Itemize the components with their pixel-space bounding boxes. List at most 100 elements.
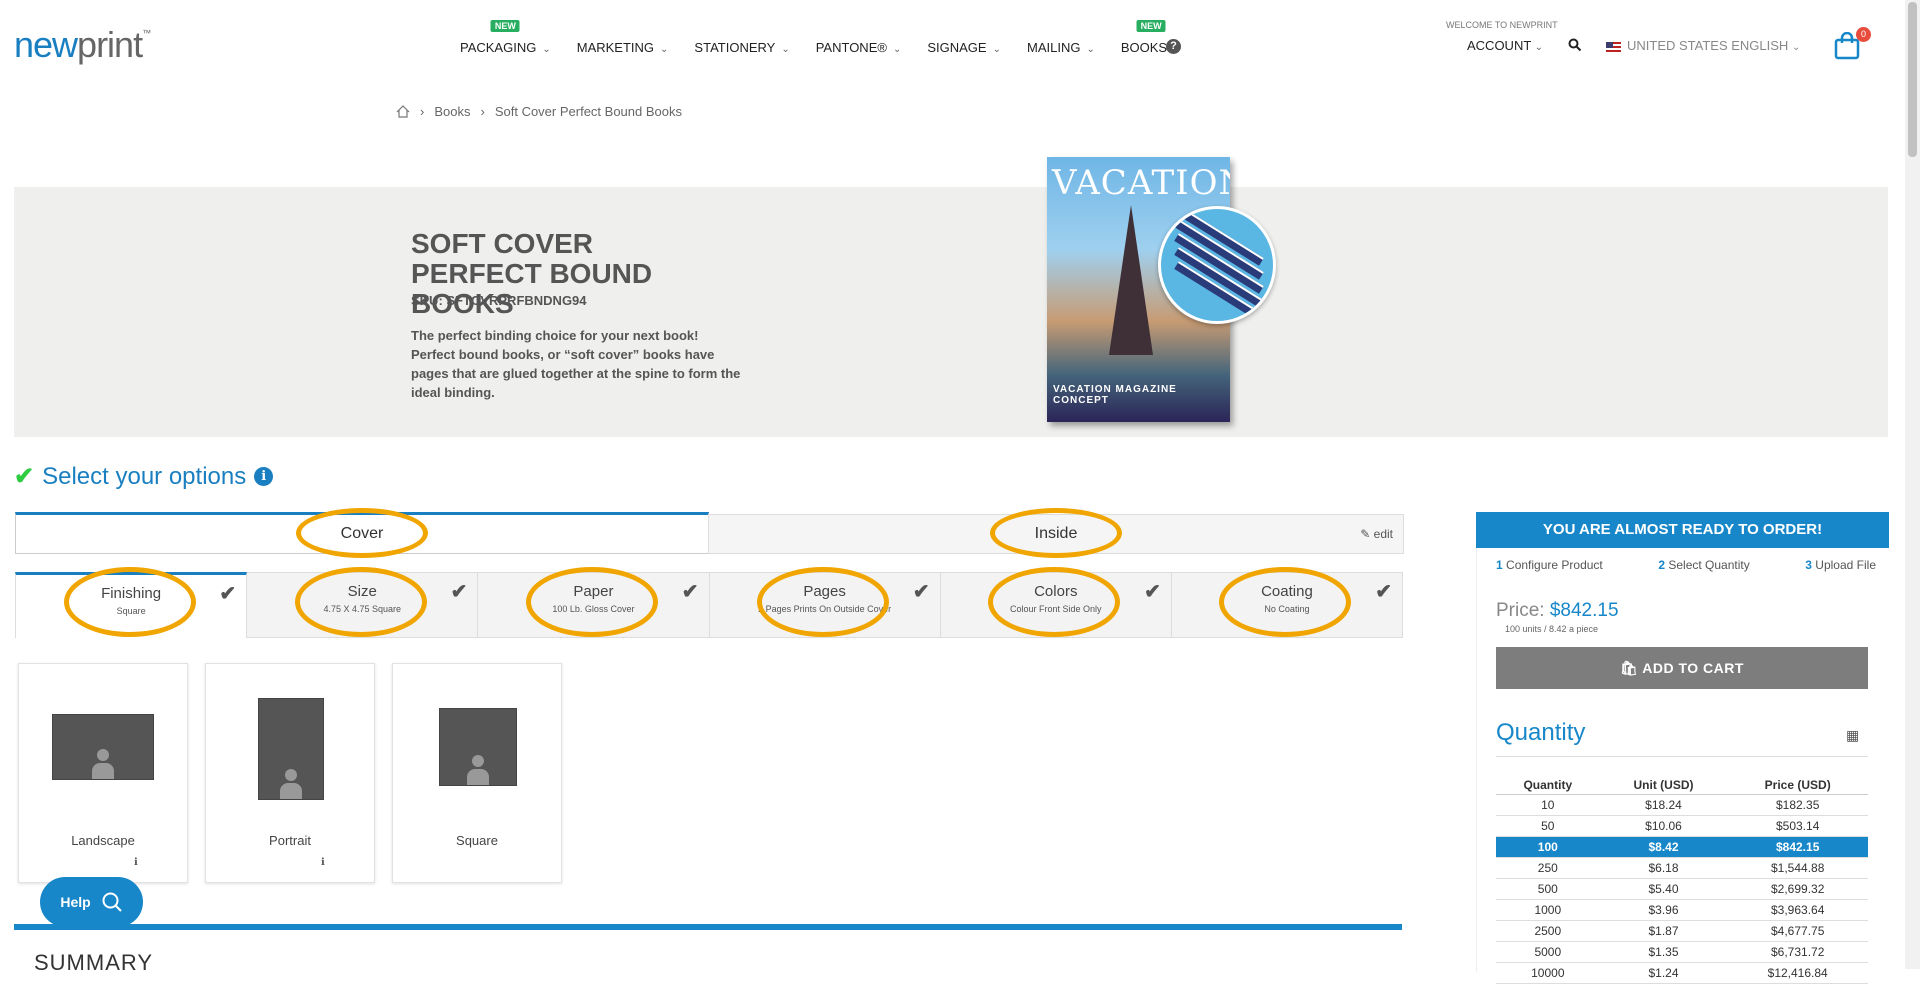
- info-icon[interactable]: ℹ: [134, 857, 138, 868]
- info-icon[interactable]: ℹ: [321, 857, 325, 868]
- table-cell: $182.35: [1727, 794, 1868, 816]
- nav-item-0[interactable]: NEW PACKAGING ⌄: [460, 20, 551, 55]
- help-label: Help: [60, 894, 91, 910]
- nav-item-4[interactable]: SIGNAGE ⌄: [927, 40, 1001, 55]
- table-row[interactable]: 1000 $3.96 $3,963.64: [1496, 899, 1868, 921]
- checkmark-icon: ✔: [1375, 581, 1393, 603]
- subtab-colors[interactable]: Colors Colour Front Side Only ✔: [940, 572, 1172, 638]
- choice-label: Portrait: [269, 833, 311, 848]
- order-step-1: 1 Configure Product: [1496, 558, 1603, 572]
- breadcrumb-separator: ›: [480, 104, 485, 119]
- tab-cover[interactable]: Cover: [15, 512, 709, 554]
- subtab-paper[interactable]: Paper 100 Lb. Gloss Cover ✔: [478, 572, 710, 638]
- language-label: UNITED STATES ENGLISH: [1627, 38, 1789, 53]
- nav-label: PACKAGING: [460, 40, 537, 55]
- book-stack-zoom-image: [1158, 206, 1276, 324]
- subtab-pages[interactable]: Pages 2 Pages Prints On Outside Cover ✔: [709, 572, 941, 638]
- new-badge: NEW: [490, 20, 520, 32]
- search-icon[interactable]: [1568, 38, 1582, 52]
- price-per-unit: 100 units / 8.42 a piece: [1505, 624, 1599, 634]
- portrait-thumbnail: [258, 698, 324, 800]
- subtab-value: 100 Lb. Gloss Cover: [552, 604, 635, 614]
- choice-label: Square: [456, 833, 498, 848]
- grid-view-icon[interactable]: ▦: [1846, 727, 1859, 744]
- subtab-value: No Coating: [1264, 604, 1310, 614]
- table-cell: 250: [1496, 857, 1600, 879]
- nav-label: BOOKS: [1120, 40, 1168, 55]
- checkmark-icon: ✔: [1144, 581, 1161, 603]
- edit-label: edit: [1373, 527, 1393, 541]
- order-steps: 1 Configure Product 2 Select Quantity 3 Up…: [1496, 558, 1876, 572]
- subtab-finishing[interactable]: Finishing Square ✔: [15, 572, 248, 638]
- subtab-value: Square: [116, 606, 146, 616]
- table-cell: $6.18: [1599, 857, 1728, 879]
- help-button[interactable]: Help: [40, 877, 143, 927]
- chevron-down-icon: ⌄: [1086, 44, 1095, 55]
- table-row[interactable]: 2500 $1.87 $4,677.75: [1496, 920, 1868, 942]
- table-row[interactable]: 250 $6.18 $1,544.88: [1496, 857, 1868, 879]
- step-label: Upload File: [1815, 558, 1876, 572]
- tab-inside[interactable]: Inside ✎ edit: [708, 514, 1404, 554]
- column-header: Quantity: [1496, 776, 1600, 795]
- choice-card-landscape[interactable]: Landscape ℹ: [18, 663, 188, 883]
- info-icon[interactable]: i: [254, 467, 274, 486]
- subtab-size[interactable]: Size 4.75 X 4.75 Square ✔: [247, 572, 479, 638]
- breadcrumb: › Books › Soft Cover Perfect Bound Books: [396, 104, 682, 119]
- choice-card-portrait[interactable]: Portrait ℹ: [205, 663, 375, 883]
- finishing-choices: Landscape ℹ Portrait ℹ Square: [18, 663, 562, 883]
- order-step-3: 3 Upload File: [1805, 558, 1876, 572]
- tab-inside-label: Inside: [1034, 525, 1078, 542]
- chevron-down-icon: ⌄: [992, 44, 1001, 55]
- nav-item-2[interactable]: STATIONERY ⌄: [694, 40, 789, 55]
- price-label: Price:: [1496, 600, 1545, 621]
- step-number: 2: [1658, 558, 1665, 572]
- language-selector[interactable]: UNITED STATES ENGLISH ⌄: [1606, 38, 1800, 53]
- scrollbar-thumb[interactable]: [1908, 2, 1917, 157]
- step-label: Configure Product: [1506, 558, 1603, 572]
- quantity-price-table: Quantity Unit (USD) Price (USD) 10 $18.24…: [1496, 776, 1868, 984]
- product-hero: [14, 187, 1888, 437]
- search-icon: [102, 892, 122, 912]
- breadcrumb-books[interactable]: Books: [434, 104, 470, 119]
- table-row[interactable]: 500 $5.40 $2,699.32: [1496, 878, 1868, 900]
- nav-item-5[interactable]: MAILING ⌄: [1027, 40, 1095, 55]
- options-heading-text: Select your options: [42, 462, 247, 490]
- quantity-title: Quantity: [1496, 719, 1586, 746]
- welcome-text: WELCOME TO NEWPRINT: [1446, 20, 1558, 30]
- order-step-2: 2 Select Quantity: [1658, 558, 1749, 572]
- newprint-logo[interactable]: newprint™: [14, 24, 151, 66]
- table-row[interactable]: 100 $8.42 $842.15: [1496, 836, 1868, 858]
- column-header: Price (USD): [1727, 776, 1868, 795]
- account-menu[interactable]: ACCOUNT ⌄: [1467, 38, 1543, 53]
- add-to-cart-button[interactable]: 🛍︎ ADD TO CART: [1496, 647, 1868, 689]
- table-row[interactable]: 10000 $1.24 $12,416.84: [1496, 962, 1868, 984]
- table-cell: $842.15: [1727, 836, 1868, 858]
- home-icon[interactable]: [396, 105, 410, 118]
- breadcrumb-current: Soft Cover Perfect Bound Books: [494, 104, 682, 119]
- table-cell: $12,416.84: [1727, 962, 1868, 984]
- table-row[interactable]: 5000 $1.35 $6,731.72: [1496, 941, 1868, 963]
- subtab-name: Paper: [573, 583, 614, 600]
- choice-card-square[interactable]: Square: [392, 663, 562, 883]
- summary-top-bar: [14, 924, 1402, 930]
- subtab-coating[interactable]: Coating No Coating ✔: [1171, 572, 1404, 638]
- table-cell: 10000: [1496, 962, 1600, 984]
- table-cell: $8.42: [1599, 836, 1728, 858]
- checkmark-icon: ✔: [219, 583, 237, 605]
- subtab-value: 2 Pages Prints On Outside Cover: [758, 604, 892, 614]
- table-row[interactable]: 10 $18.24 $182.35: [1496, 794, 1868, 816]
- edit-button[interactable]: ✎ edit: [1360, 527, 1393, 541]
- checkmark-icon: ✔: [14, 463, 35, 490]
- help-question-icon[interactable]: ?: [1166, 39, 1181, 54]
- table-cell: $1.24: [1599, 962, 1728, 984]
- checkmark-icon: ✔: [450, 581, 468, 603]
- table-cell: 2500: [1496, 920, 1600, 942]
- table-cell: 100: [1496, 836, 1600, 858]
- subtab-value: Colour Front Side Only: [1010, 604, 1102, 614]
- table-cell: $3.96: [1599, 899, 1728, 921]
- chevron-down-icon: ⌄: [1791, 42, 1801, 53]
- account-label: ACCOUNT: [1467, 38, 1532, 53]
- nav-item-1[interactable]: MARKETING ⌄: [577, 40, 669, 55]
- table-row[interactable]: 50 $10.06 $503.14: [1496, 815, 1868, 837]
- nav-item-3[interactable]: PANTONE® ⌄: [816, 40, 902, 55]
